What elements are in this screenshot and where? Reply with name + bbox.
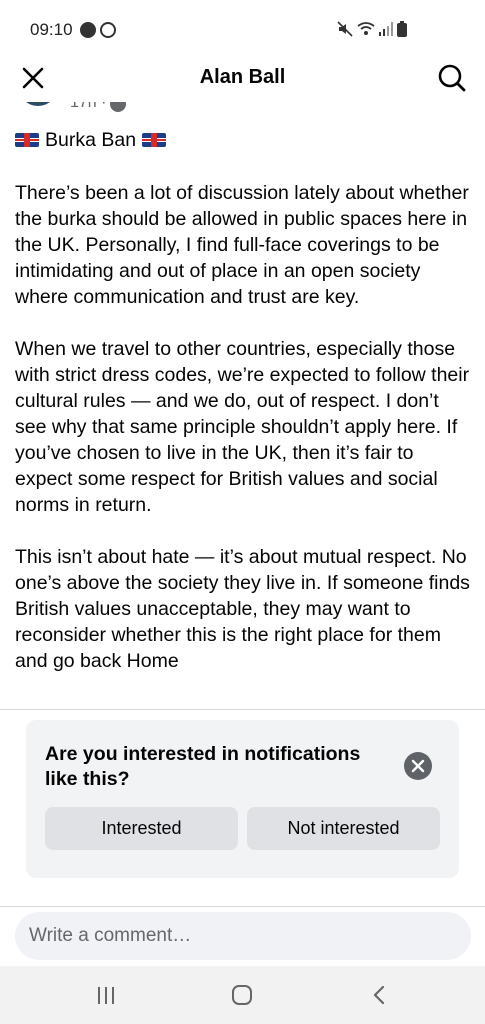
system-nav-bar bbox=[0, 966, 485, 1024]
post-title: Burka Ban bbox=[15, 126, 475, 154]
comment-input[interactable] bbox=[29, 912, 449, 960]
status-notification-icons bbox=[80, 22, 116, 38]
dismiss-prompt-button[interactable] bbox=[404, 752, 432, 780]
messenger-icon bbox=[100, 22, 116, 38]
comment-bar bbox=[15, 912, 471, 960]
status-time: 09:10 bbox=[30, 20, 73, 39]
search-button[interactable] bbox=[437, 63, 467, 93]
notification-dot-icon bbox=[80, 22, 96, 38]
post-paragraph: When we travel to other countries, espec… bbox=[15, 338, 470, 516]
back-button[interactable] bbox=[370, 985, 388, 1005]
post-paragraph: There’s been a lot of discussion lately … bbox=[15, 182, 469, 308]
recents-button[interactable] bbox=[97, 987, 117, 1005]
divider bbox=[0, 709, 485, 710]
post-title-text: Burka Ban bbox=[45, 129, 137, 151]
status-system-icons bbox=[337, 21, 407, 37]
home-button[interactable] bbox=[232, 985, 252, 1005]
signal-icon bbox=[379, 22, 393, 36]
close-icon bbox=[411, 759, 425, 773]
search-icon bbox=[438, 64, 466, 92]
page-title: Alan Ball bbox=[199, 66, 286, 88]
uk-flag-icon bbox=[142, 133, 167, 147]
divider bbox=[0, 906, 485, 907]
uk-flag-icon bbox=[15, 133, 39, 147]
battery-icon bbox=[397, 21, 407, 37]
wifi-icon bbox=[357, 22, 375, 35]
mute-icon bbox=[337, 21, 353, 37]
post-paragraph: This isn’t about hate — it’s about mutua… bbox=[15, 546, 470, 672]
chevron-left-icon bbox=[373, 985, 385, 1005]
notification-prompt-card: Are you interested in notifications like… bbox=[26, 720, 459, 878]
interested-button[interactable]: Interested bbox=[45, 807, 238, 850]
status-bar: 09:10 bbox=[0, 0, 485, 58]
notification-question: Are you interested in notifications like… bbox=[45, 743, 361, 790]
not-interested-button[interactable]: Not interested bbox=[247, 807, 440, 850]
post-body: Burka Ban There’s been a lot of discussi… bbox=[15, 126, 475, 674]
top-header: Alan Ball bbox=[0, 52, 485, 102]
